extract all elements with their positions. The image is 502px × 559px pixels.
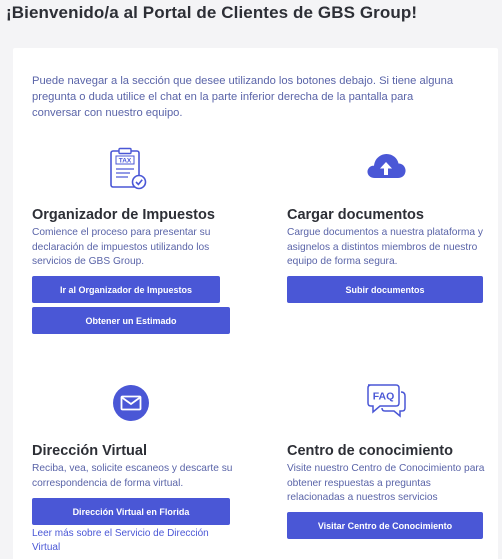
faq-icon-label: FAQ <box>373 391 395 403</box>
taxes-section-title: Organizador de Impuestos <box>32 207 215 223</box>
faq-chat-icon: FAQ <box>364 382 408 420</box>
tax-document-icon: TAX <box>108 147 148 191</box>
visit-knowledge-center-button[interactable]: Visitar Centro de Conocimiento <box>287 512 483 539</box>
upload-section-description: Cargue documentos a nuestra plataforma y… <box>287 227 483 267</box>
mail-envelope-icon <box>111 383 151 423</box>
virtual-address-section-title: Dirección Virtual <box>32 443 147 459</box>
knowledge-center-section-title: Centro de conocimiento <box>287 443 453 459</box>
client-portal-page: ¡Bienvenido/a al Portal de Clientes de G… <box>0 0 502 559</box>
intro-text: Puede navegar a la sección que desee uti… <box>32 75 454 119</box>
tax-organizer-button[interactable]: Ir al Organizador de Impuestos <box>32 276 220 303</box>
taxes-section-description: Comience el proceso para presentar su de… <box>32 227 211 267</box>
get-estimate-button[interactable]: Obtener un Estimado <box>32 307 230 334</box>
page-title: ¡Bienvenido/a al Portal de Clientes de G… <box>6 3 418 22</box>
tax-icon-label: TAX <box>119 158 132 165</box>
cloud-upload-icon <box>365 150 407 182</box>
virtual-address-info-link[interactable]: Leer más sobre el Servicio de Dirección … <box>32 527 232 554</box>
upload-documents-button[interactable]: Subir documentos <box>287 276 483 303</box>
virtual-address-florida-button[interactable]: Dirección Virtual en Florida <box>32 498 230 525</box>
virtual-address-section-description: Reciba, vea, solicite escaneos y descart… <box>32 463 233 489</box>
knowledge-center-section-description: Visite nuestro Centro de Conocimiento pa… <box>287 463 485 503</box>
upload-section-title: Cargar documentos <box>287 207 424 223</box>
